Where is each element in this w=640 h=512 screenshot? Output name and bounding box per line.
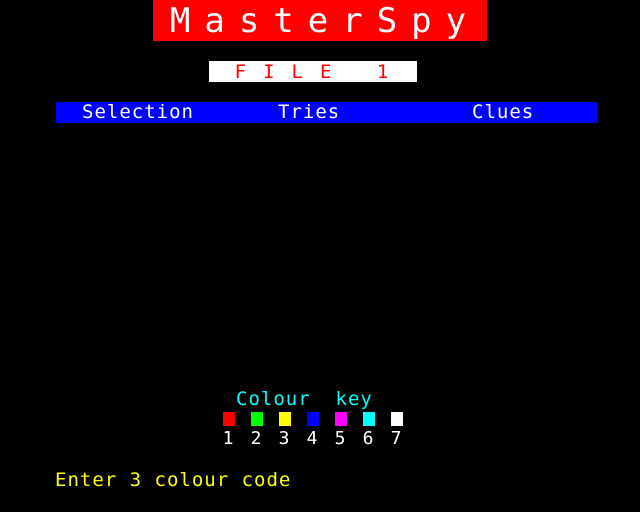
column-header-clues: Clues bbox=[472, 101, 535, 123]
colour-key-title: Colour key bbox=[236, 388, 373, 410]
colour-key-swatch-1 bbox=[223, 412, 235, 426]
colour-key-number-7: 7 bbox=[390, 428, 402, 449]
colour-key-swatch-4 bbox=[307, 412, 319, 426]
colour-key-swatch-6 bbox=[363, 412, 375, 426]
column-header-bar: Selection Tries Clues bbox=[56, 102, 598, 123]
game-title: MasterSpy bbox=[153, 0, 487, 41]
colour-key-number-6: 6 bbox=[362, 428, 374, 449]
colour-key-number-1: 1 bbox=[222, 428, 234, 449]
column-header-tries: Tries bbox=[278, 101, 341, 123]
colour-key-number-5: 5 bbox=[334, 428, 346, 449]
colour-key-swatch-3 bbox=[279, 412, 291, 426]
colour-key-swatch-7 bbox=[391, 412, 403, 426]
file-label: FILE 1 bbox=[209, 61, 417, 83]
colour-key-swatch-2 bbox=[251, 412, 263, 426]
colour-key-number-4: 4 bbox=[306, 428, 318, 449]
colour-key-swatch-5 bbox=[335, 412, 347, 426]
colour-key-number-2: 2 bbox=[250, 428, 262, 449]
input-prompt[interactable]: Enter 3 colour code bbox=[55, 469, 291, 491]
column-header-selection: Selection bbox=[82, 101, 194, 123]
guess-board bbox=[56, 123, 598, 383]
colour-key-number-3: 3 bbox=[278, 428, 290, 449]
